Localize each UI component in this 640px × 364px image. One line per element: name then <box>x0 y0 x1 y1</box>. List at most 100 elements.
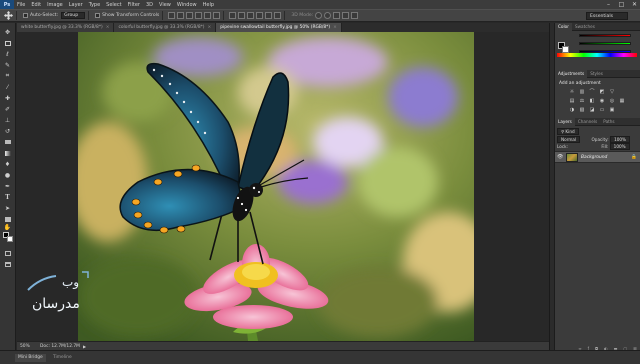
opacity-field[interactable]: 100% <box>610 136 631 143</box>
tab-adjustments[interactable]: Adjustments <box>555 69 588 78</box>
eraser-tool[interactable] <box>3 138 12 146</box>
menu-edit[interactable]: Edit <box>28 2 44 8</box>
hue-saturation-icon[interactable]: ▤ <box>569 98 575 104</box>
color-spectrum[interactable] <box>557 53 637 57</box>
close-window-button[interactable]: ✕ <box>631 1 638 8</box>
screen-mode-button[interactable] <box>3 260 12 268</box>
3d-slide-icon[interactable] <box>342 12 350 19</box>
distribute-middle-icon[interactable] <box>238 12 246 19</box>
move-tool[interactable]: ✥ <box>3 28 12 36</box>
fill-field[interactable]: 100% <box>609 143 630 150</box>
menu-layer[interactable]: Layer <box>66 2 86 8</box>
tab-layers[interactable]: Layers <box>555 117 575 126</box>
quick-mask-button[interactable] <box>3 249 12 257</box>
auto-select-dropdown[interactable]: Group <box>61 12 86 19</box>
layer-row-background[interactable]: 👁 Background 🔒 <box>555 151 640 163</box>
tab-styles[interactable]: Styles <box>587 70 606 78</box>
3d-scale-icon[interactable] <box>351 12 359 19</box>
lasso-tool[interactable]: ℓ <box>3 50 12 58</box>
quick-select-tool[interactable]: ✎ <box>3 61 12 69</box>
workspace-dropdown[interactable]: Essentials <box>586 12 628 20</box>
history-brush-tool[interactable]: ↺ <box>3 127 12 135</box>
exposure-icon[interactable]: ◩ <box>599 89 605 95</box>
background-swatch[interactable] <box>562 46 569 53</box>
red-slider[interactable] <box>579 34 631 37</box>
shape-tool[interactable] <box>3 215 12 223</box>
distribute-center-icon[interactable] <box>265 12 273 19</box>
minimize-button[interactable]: – <box>605 1 612 8</box>
menu-image[interactable]: Image <box>44 2 66 8</box>
close-icon[interactable]: × <box>208 25 212 30</box>
align-bottom-icon[interactable] <box>186 12 194 19</box>
color-lookup-icon[interactable]: ▦ <box>619 98 625 104</box>
transform-check[interactable] <box>95 13 101 18</box>
3d-pan-icon[interactable] <box>333 12 341 19</box>
type-tool[interactable]: T <box>3 193 12 201</box>
gradient-tool[interactable] <box>3 149 12 157</box>
healing-tool[interactable]: ✚ <box>3 94 12 102</box>
align-center-icon[interactable] <box>204 12 212 19</box>
clone-tool[interactable]: ⊥ <box>3 116 12 124</box>
canvas-area[interactable] <box>17 32 549 341</box>
pen-tool[interactable]: ✒ <box>3 182 12 190</box>
align-top-icon[interactable] <box>168 12 176 19</box>
blur-tool[interactable]: ♦ <box>3 160 12 168</box>
tab-pipevine-butterfly[interactable]: pipevine swallowtail butterfly.jpg @ 50%… <box>216 23 342 32</box>
eyedropper-tool[interactable]: ⁄ <box>3 83 12 91</box>
black-white-icon[interactable]: ◧ <box>589 98 595 104</box>
align-middle-icon[interactable] <box>177 12 185 19</box>
threshold-icon[interactable]: ◪ <box>589 107 595 113</box>
brush-tool[interactable]: ✐ <box>3 105 12 113</box>
status-arrow-icon[interactable]: ▶ <box>83 344 86 349</box>
gradient-map-icon[interactable]: ▭ <box>599 107 605 113</box>
tab-swatches[interactable]: Swatches <box>572 23 598 31</box>
menu-filter[interactable]: Filter <box>125 2 143 8</box>
brightness-icon[interactable]: ☼ <box>569 89 575 95</box>
tab-color[interactable]: Color <box>555 22 572 31</box>
tab-white-butterfly[interactable]: white butterfly.jpg @ 33.3% (RGB/8*) × <box>17 23 115 32</box>
tab-channels[interactable]: Channels <box>575 118 600 126</box>
distribute-top-icon[interactable] <box>229 12 237 19</box>
hand-tool[interactable]: ✋ <box>3 223 12 231</box>
color-balance-icon[interactable]: ⚖ <box>579 98 585 104</box>
align-left-icon[interactable] <box>195 12 203 19</box>
auto-select-check[interactable] <box>23 13 28 18</box>
blend-mode-dropdown[interactable]: Normal <box>557 136 581 143</box>
visibility-eye-icon[interactable]: 👁 <box>557 154 563 160</box>
tab-timeline[interactable]: Timeline <box>50 354 75 362</box>
3d-roll-icon[interactable] <box>324 12 332 19</box>
distribute-right-icon[interactable] <box>274 12 282 19</box>
distribute-bottom-icon[interactable] <box>247 12 255 19</box>
curves-icon[interactable]: ⌒ <box>589 89 595 95</box>
menu-window[interactable]: Window <box>174 2 200 8</box>
vibrance-icon[interactable]: ▽ <box>609 89 615 95</box>
marquee-tool[interactable] <box>3 39 12 47</box>
invert-icon[interactable]: ◑ <box>569 107 575 113</box>
3d-rotate-icon[interactable] <box>315 12 323 19</box>
maximize-button[interactable]: □ <box>618 1 625 8</box>
crop-tool[interactable]: ⌗ <box>3 72 12 80</box>
zoom-level[interactable]: 50% <box>20 344 38 349</box>
channel-mixer-icon[interactable]: ◎ <box>609 98 615 104</box>
tab-mini-bridge[interactable]: Mini Bridge <box>15 354 46 362</box>
distribute-left-icon[interactable] <box>256 12 264 19</box>
selective-color-icon[interactable]: ▣ <box>609 107 615 113</box>
layer-kind-filter[interactable]: ⚲ Kind <box>557 128 579 135</box>
menu-type[interactable]: Type <box>86 2 103 8</box>
dodge-tool[interactable]: ● <box>3 171 12 179</box>
tab-colorful-butterfly[interactable]: colorful butterfly.jpg @ 33.3% (RGB/8*) × <box>114 23 217 32</box>
path-select-tool[interactable]: ➤ <box>3 204 12 212</box>
background-color-swatch[interactable] <box>7 236 13 242</box>
transform-controls-checkbox[interactable]: Show Transform Controls <box>95 13 159 18</box>
auto-select-checkbox[interactable]: Auto-Select: <box>23 13 58 18</box>
close-icon[interactable]: × <box>333 25 337 30</box>
menu-select[interactable]: Select <box>103 2 124 8</box>
menu-help[interactable]: Help <box>200 2 217 8</box>
document-image[interactable] <box>78 32 474 341</box>
menu-3d[interactable]: 3D <box>143 2 156 8</box>
green-slider[interactable] <box>579 42 631 45</box>
menu-view[interactable]: View <box>156 2 174 8</box>
posterize-icon[interactable]: ▧ <box>579 107 585 113</box>
levels-icon[interactable]: ▥ <box>579 89 585 95</box>
photo-filter-icon[interactable]: ◉ <box>599 98 605 104</box>
